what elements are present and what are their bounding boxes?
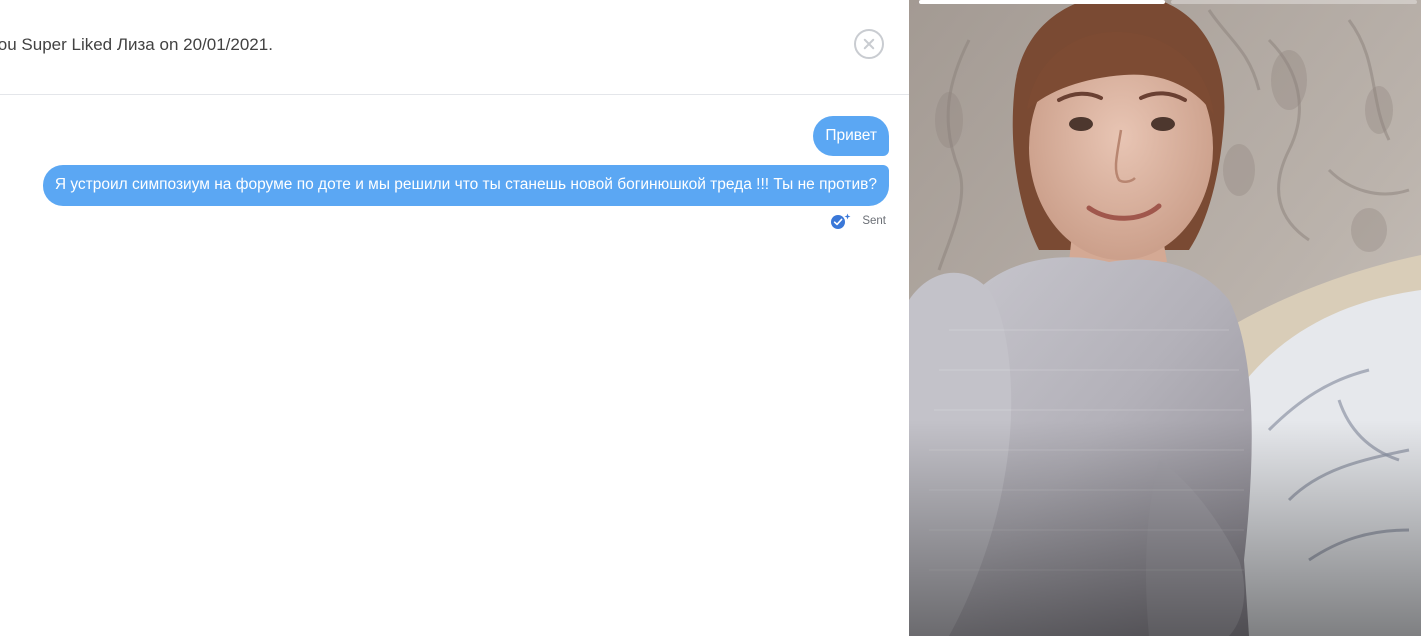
message-receipt: Sent [830,212,886,230]
chat-header: You Super Liked Лиза on 20/01/2021. [0,0,909,95]
close-icon[interactable] [854,29,884,59]
receipt-status-label: Sent [862,215,886,227]
profile-photo[interactable] [909,0,1421,636]
match-info-text: You Super Liked Лиза on 20/01/2021. [0,35,273,54]
app-window: You Super Liked Лиза on 20/01/2021. Прив… [0,0,1421,636]
photo-progress-segment[interactable] [1171,0,1417,4]
super-like-check-icon [830,212,852,230]
message-bubble[interactable]: Привет [813,116,889,156]
message-bubble[interactable]: Я устроил симпозиум на форуме по доте и … [42,165,889,206]
photo-progress-indicator [909,0,1421,4]
photo-progress-segment-active[interactable] [919,0,1165,4]
chat-panel: You Super Liked Лиза on 20/01/2021. Прив… [0,0,909,636]
profile-photo-image [909,0,1421,636]
